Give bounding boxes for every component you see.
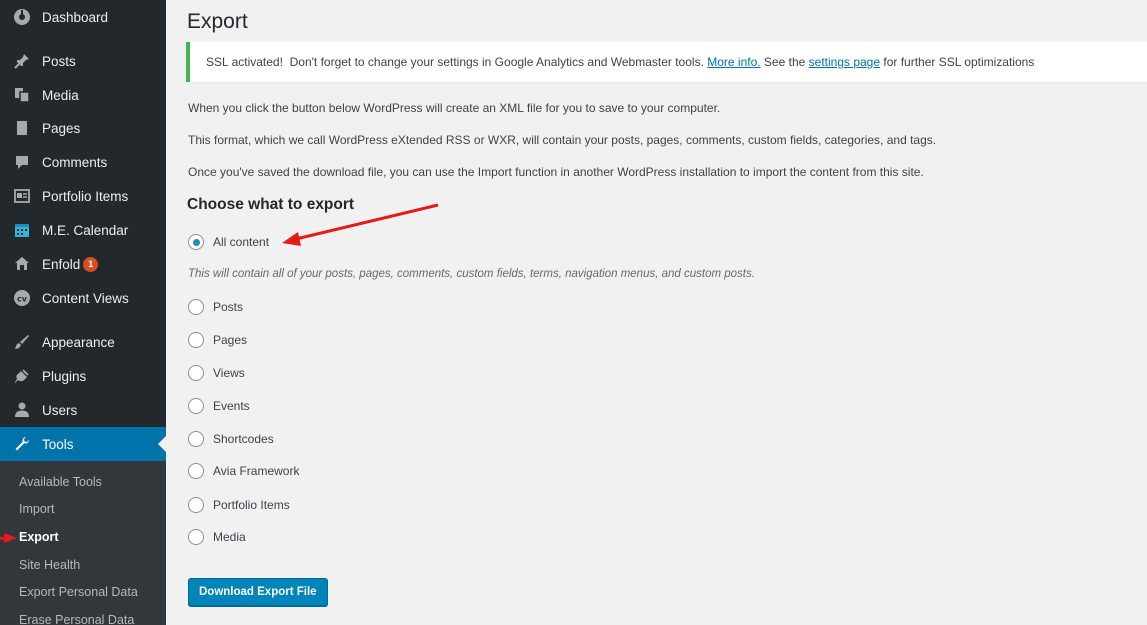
page-title: Export bbox=[187, 10, 248, 33]
option-media[interactable]: Media bbox=[188, 529, 246, 545]
radio-button[interactable] bbox=[188, 497, 204, 513]
all-content-hint: This will contain all of your posts, pag… bbox=[188, 268, 755, 280]
radio-button[interactable] bbox=[188, 365, 204, 381]
option-views[interactable]: Views bbox=[188, 365, 245, 381]
home-icon bbox=[12, 254, 32, 274]
download-export-file-button[interactable]: Download Export File bbox=[188, 578, 328, 606]
radio-button[interactable] bbox=[188, 234, 204, 250]
submenu-item-available-tools[interactable]: Available Tools bbox=[19, 475, 102, 489]
content-views-icon: cv bbox=[12, 288, 32, 308]
option-label: All content bbox=[213, 235, 270, 249]
sidebar-item-appearance[interactable]: Appearance bbox=[0, 325, 166, 359]
radio-button[interactable] bbox=[188, 463, 204, 479]
option-label: Posts bbox=[213, 300, 244, 314]
sidebar-item-media[interactable]: Media bbox=[0, 78, 166, 112]
sidebar-item-label: Users bbox=[42, 402, 78, 418]
submenu-item-export-personal-data[interactable]: Export Personal Data bbox=[19, 585, 138, 599]
sidebar-item-users[interactable]: Users bbox=[0, 393, 166, 427]
export-description: When you click the button below WordPres… bbox=[188, 101, 721, 115]
sidebar-item-label: Appearance bbox=[42, 334, 115, 350]
settings-page-link[interactable]: settings page bbox=[809, 55, 880, 69]
option-portfolio-items[interactable]: Portfolio Items bbox=[188, 497, 290, 513]
option-posts[interactable]: Posts bbox=[188, 299, 243, 315]
more-info-link[interactable]: More info. bbox=[707, 55, 760, 69]
notice-text-end: for further SSL optimizations bbox=[880, 55, 1035, 69]
sidebar-item-portfolio-items[interactable]: Portfolio Items bbox=[0, 179, 166, 213]
plugin-icon bbox=[12, 366, 32, 386]
dashboard-icon bbox=[12, 7, 32, 27]
sidebar-item-label: Pages bbox=[42, 120, 81, 136]
sidebar-item-tools[interactable]: Tools bbox=[0, 427, 166, 461]
comment-icon bbox=[12, 152, 32, 172]
option-label: Views bbox=[213, 366, 245, 380]
sidebar-item-label: Comments bbox=[42, 154, 108, 170]
portfolio-icon bbox=[12, 186, 32, 206]
option-all-content[interactable]: All content bbox=[188, 234, 269, 250]
update-count-badge: 1 bbox=[83, 256, 99, 272]
sidebar-item-plugins[interactable]: Plugins bbox=[0, 359, 166, 393]
option-label: Avia Framework bbox=[213, 464, 300, 478]
radio-button[interactable] bbox=[188, 398, 204, 414]
sidebar-item-posts[interactable]: Posts bbox=[0, 44, 166, 78]
option-shortcodes[interactable]: Shortcodes bbox=[188, 431, 274, 447]
sidebar-item-label: Media bbox=[42, 87, 79, 103]
option-pages[interactable]: Pages bbox=[188, 332, 247, 348]
submenu-item-erase-personal-data[interactable]: Erase Personal Data bbox=[19, 613, 134, 625]
sidebar-item-label: Enfold bbox=[42, 256, 81, 272]
radio-button[interactable] bbox=[188, 299, 204, 315]
annotation-arrow-icon bbox=[0, 533, 17, 543]
radio-button[interactable] bbox=[188, 332, 204, 348]
option-label: Events bbox=[213, 399, 250, 413]
ssl-notice: SSL activated! Don't forget to change yo… bbox=[186, 42, 1147, 82]
import-description: Once you've saved the download file, you… bbox=[188, 165, 924, 179]
sidebar-item-label: Content Views bbox=[42, 290, 129, 306]
sidebar-item-label: Portfolio Items bbox=[42, 188, 129, 204]
notice-text-middle: See the bbox=[760, 55, 809, 69]
radio-button[interactable] bbox=[188, 431, 204, 447]
sidebar-item-enfold[interactable]: Enfold 1 bbox=[0, 247, 166, 281]
sidebar-item-label: M.E. Calendar bbox=[42, 222, 129, 238]
media-icon bbox=[12, 85, 32, 105]
submenu-item-import[interactable]: Import bbox=[19, 502, 54, 516]
svg-text:cv: cv bbox=[17, 295, 28, 304]
sidebar-item-label: Dashboard bbox=[42, 9, 109, 25]
section-heading: Choose what to export bbox=[187, 196, 355, 213]
wxr-description: This format, which we call WordPress eXt… bbox=[188, 133, 937, 147]
sidebar-item-dashboard[interactable]: Dashboard bbox=[0, 0, 166, 34]
tools-submenu: Available Tools Import Export Site Healt… bbox=[0, 461, 166, 625]
option-events[interactable]: Events bbox=[188, 398, 250, 414]
option-label: Shortcodes bbox=[213, 432, 274, 446]
users-icon bbox=[12, 400, 32, 420]
option-avia-framework[interactable]: Avia Framework bbox=[188, 463, 299, 479]
sidebar-item-content-views[interactable]: cv Content Views bbox=[0, 281, 166, 315]
sidebar-item-pages[interactable]: Pages bbox=[0, 111, 166, 145]
brush-icon bbox=[12, 332, 32, 352]
sidebar-item-label: Tools bbox=[42, 436, 74, 452]
sidebar-item-label: Posts bbox=[42, 53, 76, 69]
calendar-icon bbox=[12, 220, 32, 240]
sidebar-item-comments[interactable]: Comments bbox=[0, 145, 166, 179]
option-label: Pages bbox=[213, 333, 248, 347]
radio-button[interactable] bbox=[188, 529, 204, 545]
pin-icon bbox=[12, 51, 32, 71]
submenu-item-site-health[interactable]: Site Health bbox=[19, 558, 80, 572]
sidebar-item-me-calendar[interactable]: M.E. Calendar bbox=[0, 213, 166, 247]
admin-sidebar: Dashboard Posts Media Pages Comments Por… bbox=[0, 0, 166, 625]
notice-text: SSL activated! Don't forget to change yo… bbox=[206, 55, 708, 69]
page-icon bbox=[12, 118, 32, 138]
submenu-item-export[interactable]: Export bbox=[19, 530, 59, 544]
option-label: Media bbox=[213, 530, 246, 544]
wrench-icon bbox=[12, 434, 32, 454]
main-content: Export SSL activated! Don't forget to ch… bbox=[166, 0, 1147, 625]
option-label: Portfolio Items bbox=[213, 498, 290, 512]
sidebar-item-label: Plugins bbox=[42, 368, 87, 384]
